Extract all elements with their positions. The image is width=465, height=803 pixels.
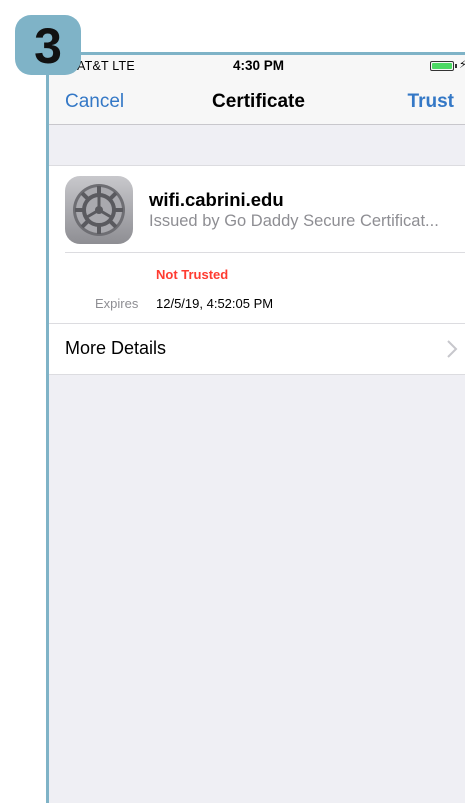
navigation-bar: Cancel Certificate Trust (49, 77, 465, 125)
expires-label: Expires (95, 296, 139, 311)
divider (65, 252, 465, 253)
trust-status: Not Trusted (156, 267, 229, 282)
certificate-issuer: Issued by Go Daddy Secure Certificat... (149, 212, 439, 230)
status-bar: AT&T LTE 4:30 PM ⚡ (49, 55, 465, 77)
more-details-row[interactable]: More Details (49, 324, 465, 374)
certificate-card: wifi.cabrini.edu Issued by Go Daddy Secu… (49, 165, 465, 375)
status-time: 4:30 PM (232, 58, 285, 73)
more-details-label: More Details (65, 338, 167, 358)
chevron-right-icon (447, 340, 458, 358)
battery-icon (430, 61, 454, 71)
expires-value: 12/5/19, 4:52:05 PM (156, 296, 274, 311)
settings-gear-icon (65, 176, 133, 244)
battery-tip (455, 64, 457, 68)
screenshot-page: 3 AT&T LTE 4:30 PM ⚡ Cancel Certificate … (0, 0, 465, 803)
page-title: Certificate (212, 91, 305, 112)
trust-button[interactable]: Trust (408, 91, 454, 113)
step-number: 3 (34, 18, 62, 74)
step-number-badge: 3 (15, 15, 81, 75)
certificate-name: wifi.cabrini.edu (149, 189, 284, 210)
bolt-icon: ⚡ (459, 58, 465, 71)
phone-screen: AT&T LTE 4:30 PM ⚡ Cancel Certificate Tr… (46, 52, 465, 803)
